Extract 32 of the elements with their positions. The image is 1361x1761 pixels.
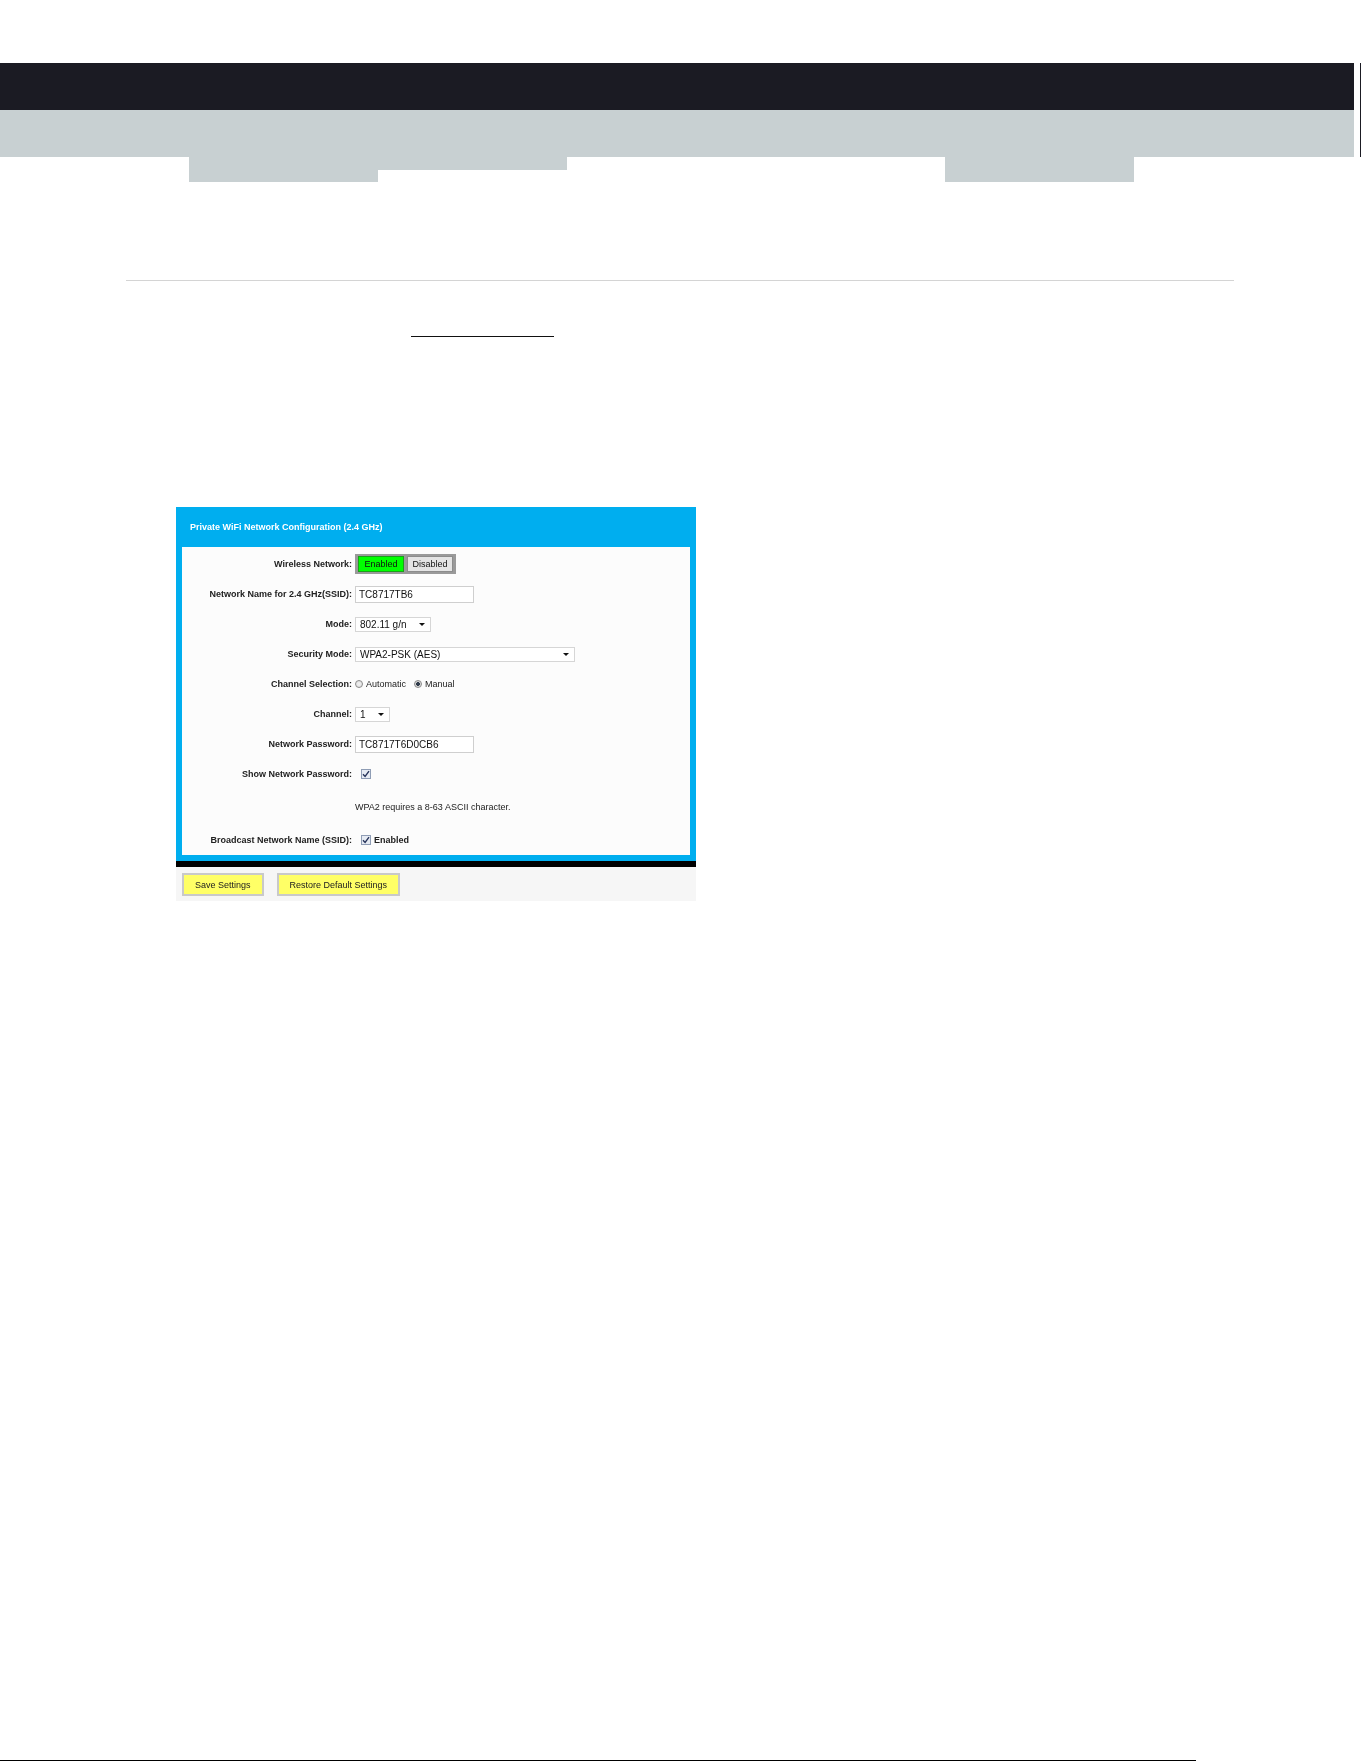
dropdown[interactable]: 802.11 g/n bbox=[355, 616, 431, 632]
option-label: Automatic bbox=[366, 679, 407, 689]
caret-icon bbox=[377, 712, 384, 716]
action-button[interactable]: Save Settings bbox=[182, 873, 264, 896]
field-label: Mode: bbox=[324, 619, 352, 629]
checkbox[interactable] bbox=[361, 769, 371, 779]
field-label: Network Name for 2.4 GHz(SSID): bbox=[208, 589, 352, 599]
radio-button[interactable] bbox=[414, 680, 423, 688]
field-label: Security Mode: bbox=[286, 649, 352, 659]
checkmark-icon bbox=[362, 770, 370, 778]
toggle-option[interactable]: Disabled bbox=[407, 556, 453, 572]
toggle-option[interactable]: Enabled bbox=[358, 556, 404, 572]
option-label: Manual bbox=[425, 679, 455, 689]
dropdown[interactable]: WPA2-PSK (AES) bbox=[355, 646, 575, 662]
caret-icon bbox=[418, 622, 425, 626]
action-button[interactable]: Restore Default Settings bbox=[276, 873, 401, 896]
field-label: Network Password: bbox=[267, 739, 352, 749]
checkmark-icon bbox=[362, 836, 370, 844]
text-field[interactable]: TC8717TB6 bbox=[355, 585, 474, 603]
field-label: Broadcast Network Name (SSID): bbox=[209, 835, 352, 845]
field-label: Channel Selection: bbox=[270, 679, 352, 689]
field-label: Channel: bbox=[312, 709, 352, 719]
checkbox-label: Enabled bbox=[374, 835, 409, 845]
caret-icon bbox=[563, 652, 569, 656]
panel-title: Private WiFi Network Configuration (2.4 GHz) bbox=[190, 522, 383, 532]
dropdown[interactable]: 1 bbox=[355, 706, 390, 722]
checkbox[interactable] bbox=[361, 835, 371, 845]
radio-button[interactable] bbox=[355, 680, 363, 688]
hint-text: WPA2 requires a 8-63 ASCII character. bbox=[355, 802, 511, 812]
field-label: Show Network Password: bbox=[240, 769, 352, 779]
field-label: Wireless Network: bbox=[273, 559, 352, 569]
text-field[interactable]: TC8717T6D0CB6 bbox=[355, 735, 474, 753]
